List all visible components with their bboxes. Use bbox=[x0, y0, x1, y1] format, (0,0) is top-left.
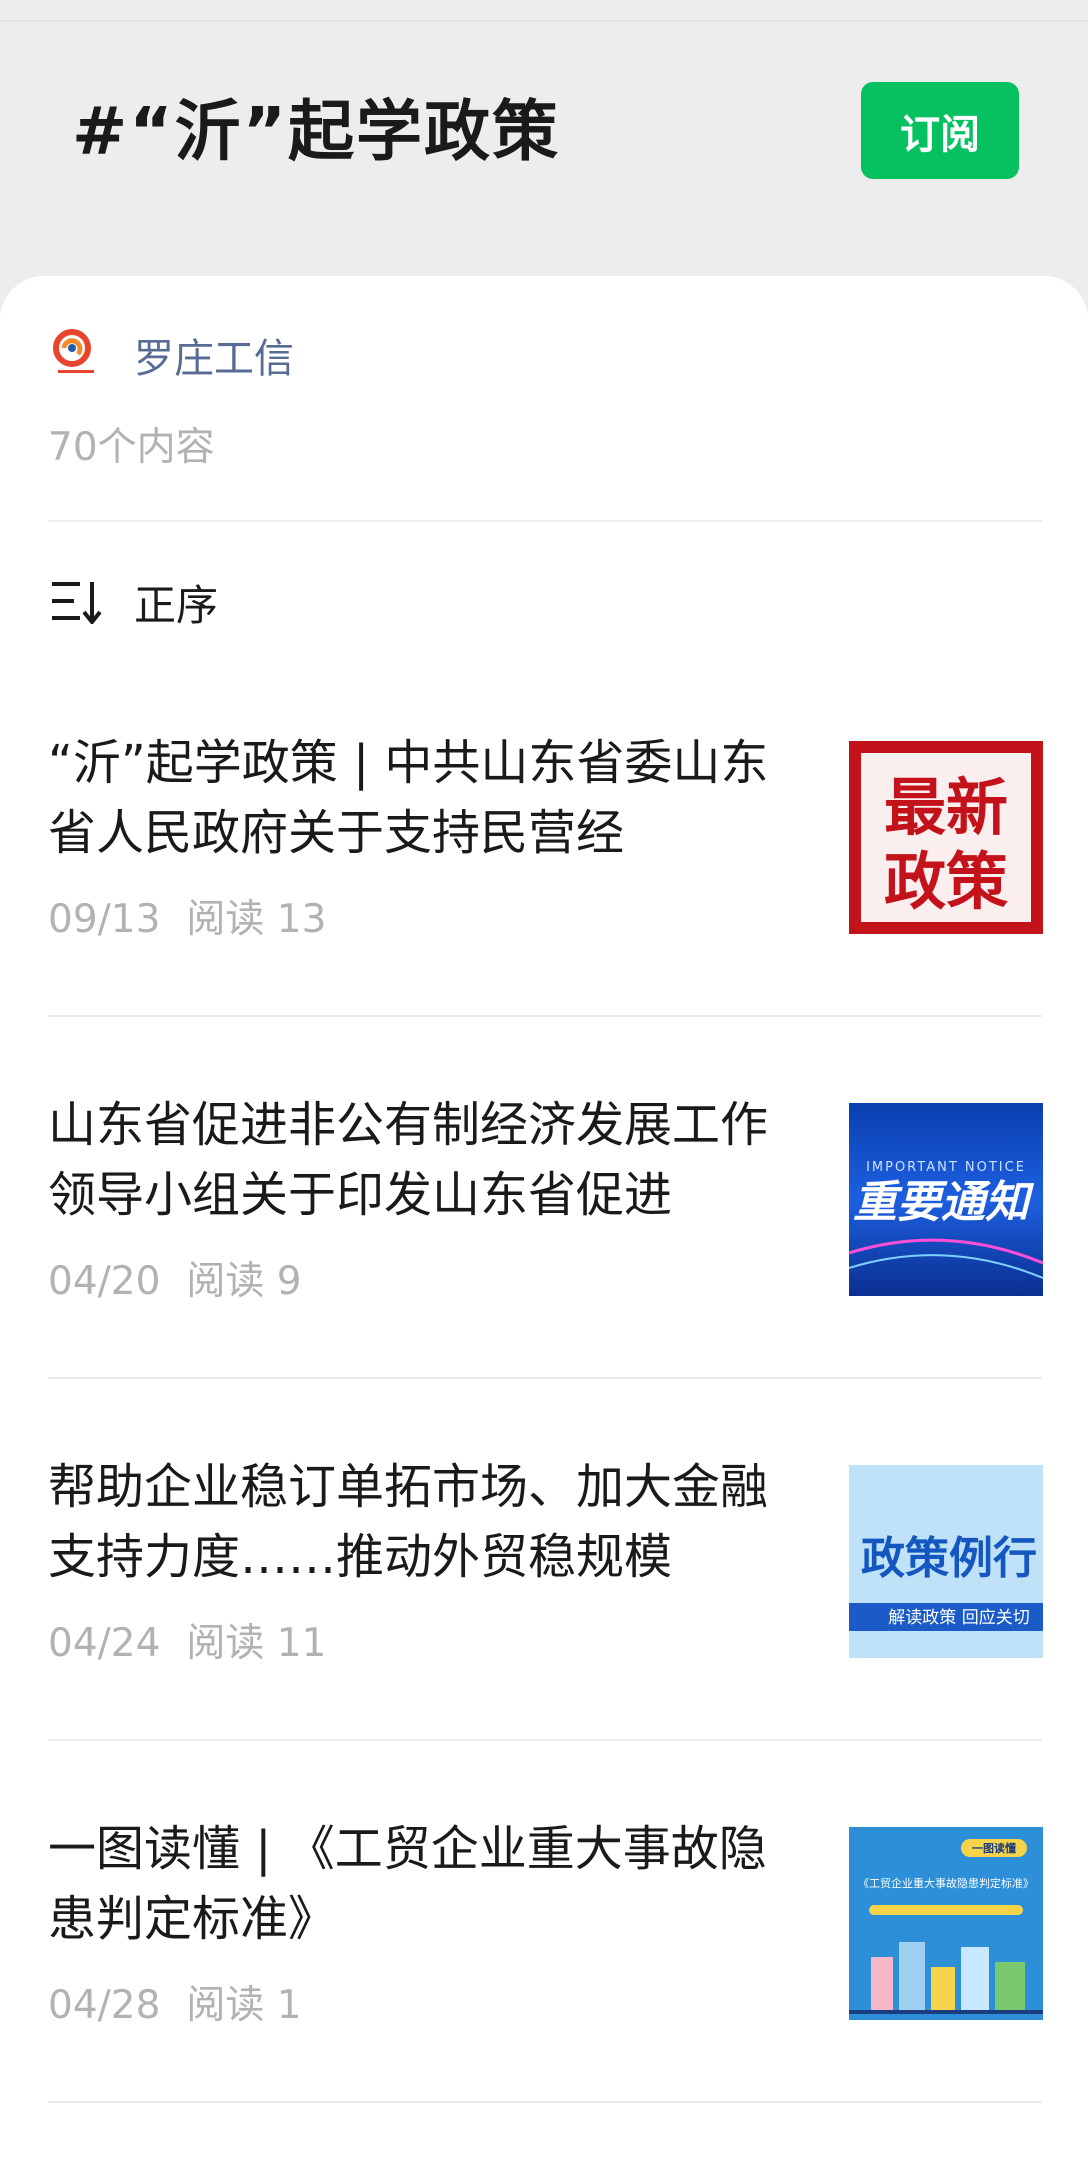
article-thumbnail[interactable]: 最新 政策 bbox=[849, 741, 1043, 934]
article-thumbnail[interactable]: 一图读懂 《工贸企业重大事故隐患判定标准》 bbox=[849, 1827, 1043, 2020]
article-thumbnail[interactable]: IMPORTANT NOTICE 重要通知 bbox=[849, 1103, 1043, 1296]
article-meta: 04/28 阅读 1 bbox=[48, 1974, 302, 2030]
article-title[interactable]: 帮助企业稳订单拓市场、加大金融支持力度……推动外贸稳规模 bbox=[48, 1452, 808, 1592]
author-logo-icon[interactable] bbox=[48, 328, 106, 380]
list-divider bbox=[48, 1739, 1042, 1741]
sort-order-toggle[interactable]: 正序 bbox=[134, 572, 218, 633]
page-title: #“沂”起学政策 bbox=[72, 93, 561, 170]
article-title[interactable]: “沂”起学政策 | 中共山东省委山东省人民政府关于支持民营经 bbox=[48, 728, 808, 868]
list-divider bbox=[48, 1377, 1042, 1379]
article-read-count: 阅读 9 bbox=[186, 1259, 302, 1304]
thumb-line-1: IMPORTANT NOTICE bbox=[866, 1160, 1026, 1175]
section-divider bbox=[48, 520, 1042, 522]
page: #“沂”起学政策 订阅 罗庄工信 70个内容 正序 “沂”起学政策 | 中共山东… bbox=[0, 0, 1088, 2169]
thumb-line-2: 政策 bbox=[884, 845, 1008, 918]
article-thumbnail[interactable]: 政策例行 解读政策 回应关切 bbox=[849, 1465, 1043, 1658]
article-date: 04/20 bbox=[48, 1259, 161, 1304]
sort-order-icon[interactable] bbox=[50, 580, 104, 624]
thumb-line-2: 解读政策 回应关切 bbox=[888, 1608, 1029, 1628]
infographic-thumbnail-image: 一图读懂 《工贸企业重大事故隐患判定标准》 bbox=[849, 1827, 1043, 2020]
top-divider bbox=[0, 20, 1088, 22]
thumb-line-1: 最新 bbox=[884, 771, 1008, 844]
thumb-line-2: 《工贸企业重大事故隐患判定标准》 bbox=[858, 1876, 1034, 1890]
latest-policy-thumbnail-image: 最新 政策 bbox=[849, 741, 1043, 934]
article-read-count: 阅读 1 bbox=[186, 1983, 302, 2028]
policy-briefing-thumbnail-image: 政策例行 解读政策 回应关切 bbox=[849, 1465, 1043, 1658]
article-meta: 04/24 阅读 11 bbox=[48, 1612, 326, 1668]
thumb-line-2: 重要通知 bbox=[853, 1177, 1035, 1228]
list-divider bbox=[48, 2101, 1042, 2103]
thumb-line-1: 政策例行 bbox=[861, 1533, 1037, 1584]
article-meta: 09/13 阅读 13 bbox=[48, 888, 326, 944]
content-count: 70个内容 bbox=[48, 425, 215, 470]
list-divider bbox=[48, 1015, 1042, 1017]
article-read-count: 阅读 11 bbox=[186, 1621, 327, 1666]
article-date: 04/28 bbox=[48, 1983, 161, 2028]
article-read-count: 阅读 13 bbox=[186, 897, 327, 942]
subscribe-button[interactable]: 订阅 bbox=[861, 82, 1019, 179]
article-meta: 04/20 阅读 9 bbox=[48, 1250, 302, 1306]
article-date: 09/13 bbox=[48, 897, 161, 942]
thumb-line-1: 一图读懂 bbox=[972, 1841, 1016, 1855]
article-date: 04/24 bbox=[48, 1621, 161, 1666]
article-title[interactable]: 山东省促进非公有制经济发展工作领导小组关于印发山东省促进 bbox=[48, 1090, 808, 1230]
author-name-link[interactable]: 罗庄工信 bbox=[134, 326, 294, 384]
article-title[interactable]: 一图读懂 | 《工贸企业重大事故隐患判定标准》 bbox=[48, 1814, 808, 1954]
important-notice-thumbnail-image: IMPORTANT NOTICE 重要通知 bbox=[849, 1103, 1043, 1296]
